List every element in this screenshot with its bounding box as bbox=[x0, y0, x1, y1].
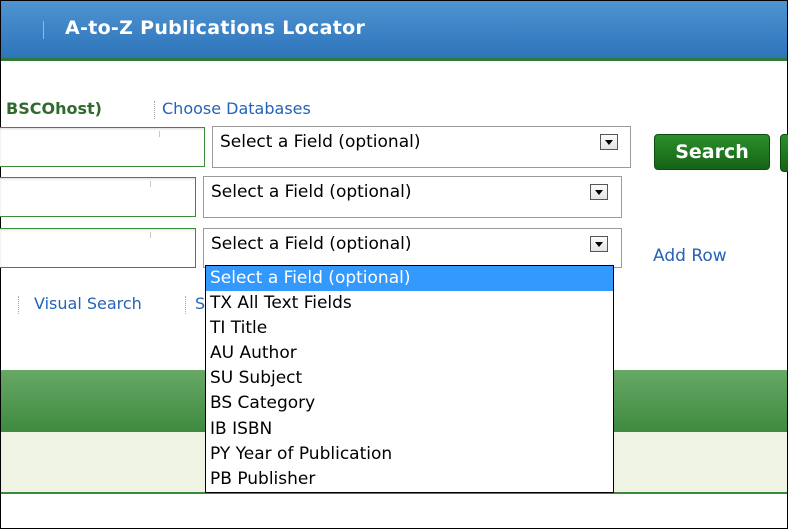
secondary-button[interactable] bbox=[780, 134, 788, 172]
search-input-3[interactable] bbox=[0, 228, 196, 268]
dropdown-option[interactable]: IB ISBN bbox=[206, 417, 613, 442]
truncated-link[interactable]: S bbox=[195, 294, 205, 313]
dropdown-option[interactable]: AU Author bbox=[206, 341, 613, 366]
dropdown-option[interactable]: SU Subject bbox=[206, 366, 613, 391]
visual-search-link[interactable]: Visual Search bbox=[34, 294, 142, 313]
field-select-1-value: Select a Field (optional) bbox=[220, 132, 421, 152]
dropdown-option[interactable]: TI Title bbox=[206, 316, 613, 341]
search-button[interactable]: Search bbox=[654, 134, 770, 170]
search-input-2[interactable] bbox=[0, 177, 196, 217]
page-title: A-to-Z Publications Locator bbox=[65, 17, 366, 39]
dropdown-option[interactable]: TX All Text Fields bbox=[206, 291, 613, 316]
database-host-label: BSCOhost) bbox=[6, 99, 102, 118]
header-separator bbox=[43, 21, 44, 39]
choose-databases-link[interactable]: Choose Databases bbox=[162, 99, 311, 118]
field-select-2[interactable]: Select a Field (optional) bbox=[203, 176, 622, 218]
field-dropdown-list[interactable]: Select a Field (optional) TX All Text Fi… bbox=[205, 265, 614, 493]
field-select-2-value: Select a Field (optional) bbox=[211, 182, 412, 202]
chevron-down-icon[interactable] bbox=[590, 236, 608, 252]
divider bbox=[185, 296, 186, 314]
dropdown-option[interactable]: BS Category bbox=[206, 391, 613, 416]
field-select-3[interactable]: Select a Field (optional) bbox=[203, 228, 622, 268]
dropdown-option[interactable]: PB Publisher bbox=[206, 467, 613, 492]
field-select-1[interactable]: Select a Field (optional) bbox=[212, 126, 631, 168]
add-row-link[interactable]: Add Row bbox=[653, 246, 727, 266]
chevron-down-icon[interactable] bbox=[600, 134, 618, 150]
header-bar: A-to-Z Publications Locator bbox=[1, 1, 787, 61]
dropdown-option[interactable]: PY Year of Publication bbox=[206, 442, 613, 467]
divider bbox=[154, 101, 155, 119]
divider bbox=[18, 296, 19, 314]
field-select-3-value: Select a Field (optional) bbox=[211, 234, 412, 254]
chevron-down-icon[interactable] bbox=[590, 184, 608, 200]
search-input-1[interactable] bbox=[0, 127, 205, 167]
dropdown-option[interactable]: Select a Field (optional) bbox=[206, 266, 613, 292]
